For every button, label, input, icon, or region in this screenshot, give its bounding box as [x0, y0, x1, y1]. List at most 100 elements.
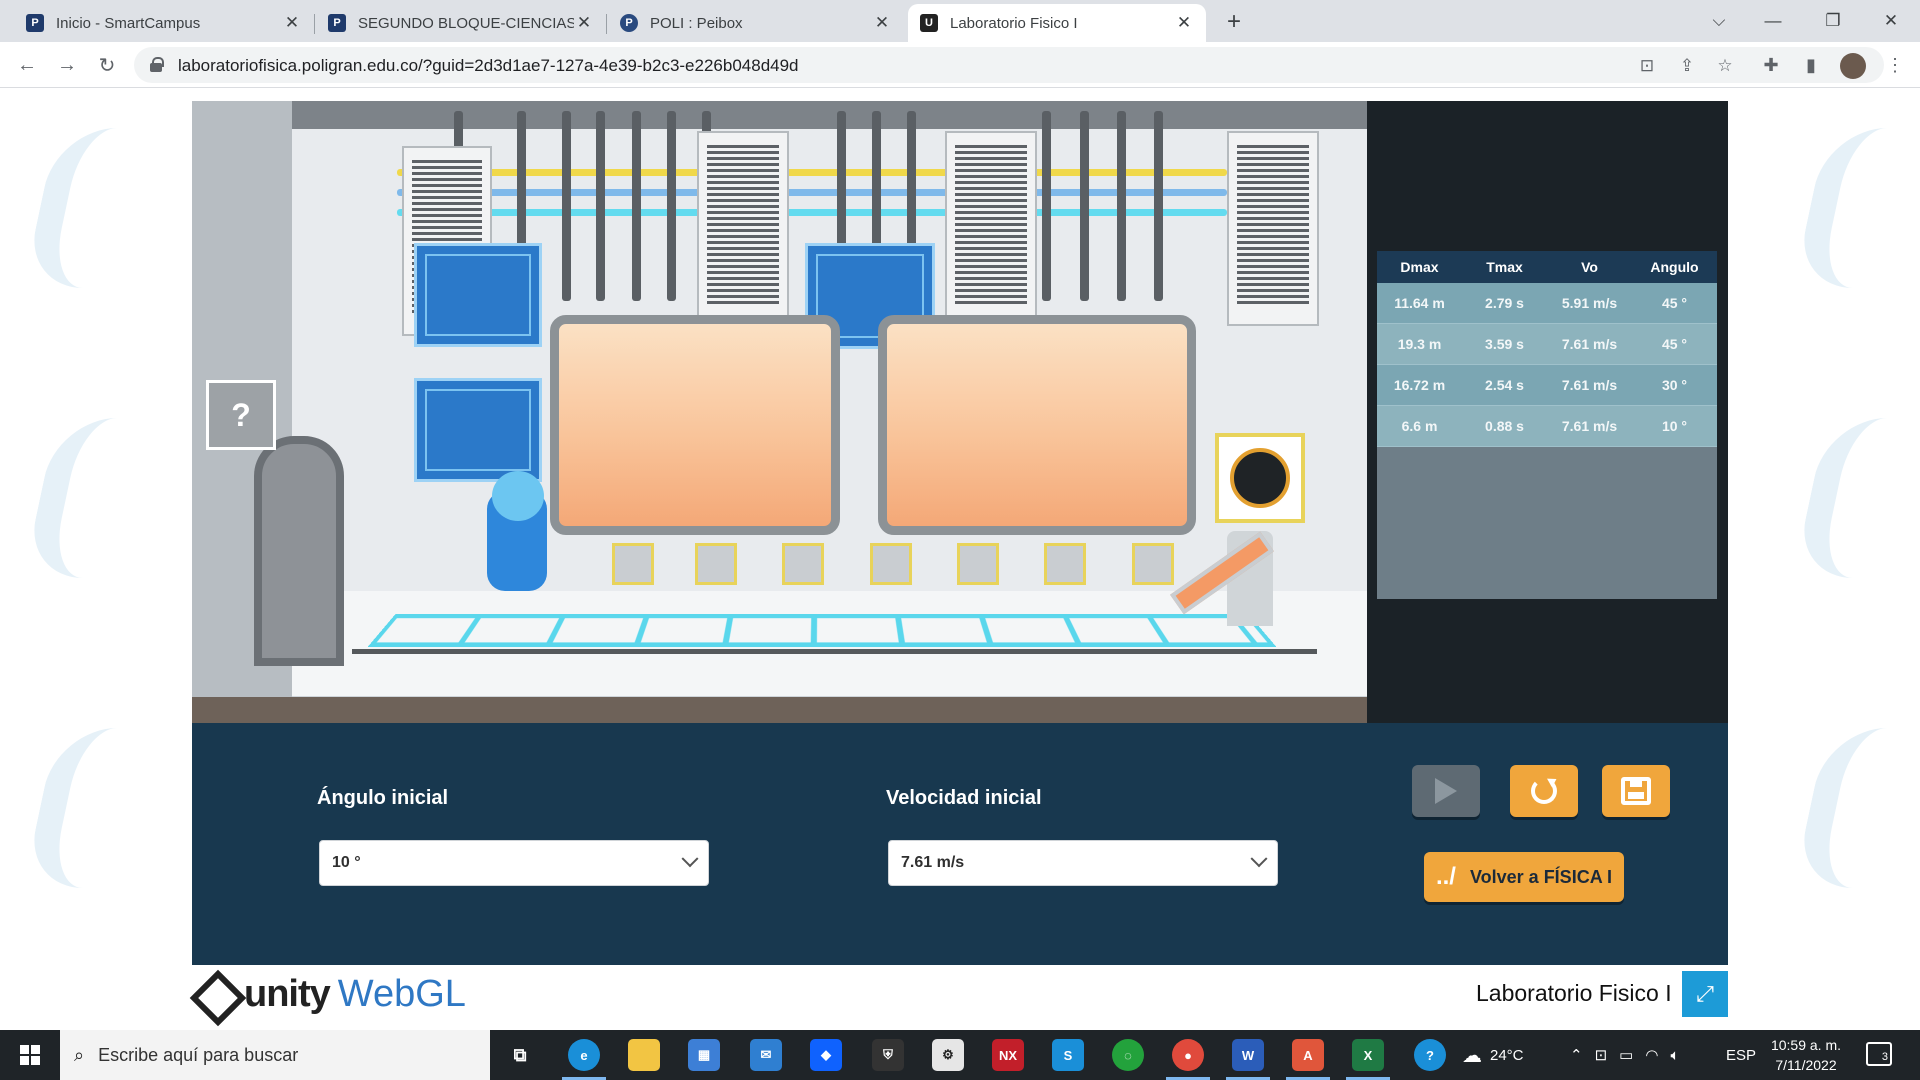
search-placeholder: Escribe aquí para buscar — [98, 1045, 298, 1066]
floor-sensor — [870, 543, 912, 585]
microsoft-store-icon[interactable]: ▦ — [688, 1039, 720, 1071]
back-arrow-icon[interactable]: ← — [12, 50, 42, 80]
cell-angulo: 10 ° — [1632, 406, 1717, 446]
security-shield-icon[interactable]: ⛨ — [872, 1039, 904, 1071]
forward-arrow-icon[interactable]: → — [52, 50, 82, 80]
header-tmax: Tmax — [1462, 251, 1547, 283]
vertical-cable — [1117, 111, 1126, 301]
nx-app-icon[interactable]: NX — [992, 1039, 1024, 1071]
back-to-fisica-button[interactable]: ../ Volver a FÍSICA I — [1424, 852, 1624, 902]
close-tab-icon[interactable]: ✕ — [282, 13, 302, 33]
tab-inicio-smartcampus[interactable]: P Inicio - SmartCampus ✕ — [14, 4, 314, 42]
floor-sensor — [1044, 543, 1086, 585]
battery-icon[interactable]: ▭ — [1619, 1046, 1633, 1064]
watermark-logo — [1793, 418, 1907, 578]
help-user-icon[interactable]: ? — [206, 380, 276, 450]
minimize-button[interactable]: — — [1748, 4, 1798, 38]
url-text[interactable]: laboratoriofisica.poligran.edu.co/?guid=… — [178, 56, 799, 76]
unity-canvas[interactable]: ? Dmax Tmax Vo Angulo 11.64 m 2.79 s 5.9… — [192, 101, 1728, 965]
mail-icon[interactable]: ✉ — [750, 1039, 782, 1071]
start-button[interactable] — [0, 1030, 60, 1080]
notification-center-icon[interactable]: 3 — [1866, 1042, 1892, 1066]
play-button[interactable] — [1412, 765, 1480, 817]
lab-scene[interactable]: ? — [192, 101, 1367, 723]
s-app-icon[interactable]: S — [1052, 1039, 1084, 1071]
weather-widget[interactable]: ☁ 24°C — [1462, 1030, 1524, 1080]
reload-icon[interactable]: ↻ — [92, 50, 122, 80]
tab-segundo-bloque[interactable]: P SEGUNDO BLOQUE-CIENCIAS BA ✕ — [316, 4, 606, 42]
system-clock[interactable]: 10:59 a. m. 7/11/2022 — [1766, 1035, 1846, 1075]
cell-vo: 7.61 m/s — [1547, 324, 1632, 364]
watermark-logo — [23, 728, 137, 888]
system-tray[interactable]: ⌃ ⊡ ▭ ◠ 🔈︎ — [1570, 1030, 1679, 1080]
edge-browser-icon[interactable]: e — [568, 1039, 600, 1071]
volume-icon[interactable]: 🔈︎ — [1670, 1047, 1679, 1064]
tab-poli-peibox[interactable]: P POLI : Peibox ✕ — [608, 4, 904, 42]
help-app-icon[interactable]: ? — [1414, 1039, 1446, 1071]
table-row: 19.3 m 3.59 s 7.61 m/s 45 ° — [1377, 324, 1717, 365]
tab-laboratorio-fisico[interactable]: U Laboratorio Fisico I ✕ — [908, 4, 1206, 42]
fullscreen-button[interactable]: ⤢ — [1682, 971, 1728, 1017]
header-vo: Vo — [1547, 251, 1632, 283]
network-icon[interactable]: ⊡ — [1595, 1046, 1608, 1064]
task-view-icon[interactable]: ⧉ — [504, 1039, 536, 1071]
angle-select[interactable]: 10 ° — [319, 840, 709, 886]
chevron-up-icon[interactable]: ⌃ — [1570, 1046, 1583, 1064]
dropbox-icon[interactable]: ◆ — [810, 1039, 842, 1071]
cloud-weather-icon: ☁ — [1462, 1043, 1482, 1068]
header-angulo: Angulo — [1632, 251, 1717, 283]
clock-date: 7/11/2022 — [1766, 1055, 1846, 1075]
velocity-select[interactable]: 7.61 m/s — [888, 840, 1278, 886]
omnibox[interactable]: laboratoriofisica.poligran.edu.co/?guid=… — [134, 47, 1884, 83]
vertical-cable — [562, 111, 571, 301]
vertical-cable — [1154, 111, 1163, 301]
velocity-select-value: 7.61 m/s — [901, 854, 1253, 872]
floor-sensor — [957, 543, 999, 585]
wifi-icon[interactable]: ◠ — [1645, 1046, 1658, 1064]
scene-bottom-edge — [192, 697, 1367, 723]
bookmark-star-icon[interactable]: ☆ — [1712, 53, 1738, 79]
lock-icon[interactable] — [150, 57, 162, 72]
results-header-row: Dmax Tmax Vo Angulo — [1377, 251, 1717, 283]
close-tab-icon[interactable]: ✕ — [1174, 13, 1194, 33]
browser-menu-icon[interactable]: ⋮ — [1880, 50, 1910, 80]
reset-button[interactable] — [1510, 765, 1578, 817]
unity-favicon-icon: U — [920, 14, 938, 32]
webgl-wordmark: WebGL — [338, 973, 466, 1016]
chrome-browser-icon[interactable]: ● — [1172, 1039, 1204, 1071]
word-icon[interactable]: W — [1232, 1039, 1264, 1071]
footer-lab-title: Laboratorio Fisico I — [1476, 980, 1672, 1007]
taskbar-search-box[interactable]: ⌕ Escribe aquí para buscar — [60, 1030, 490, 1080]
windows-taskbar: ⌕ Escribe aquí para buscar ⧉ e ▦ ✉ ◆ ⛨ ⚙… — [0, 1030, 1920, 1080]
save-button[interactable] — [1602, 765, 1670, 817]
tab-search-dropdown-icon[interactable]: ⌵ — [1694, 4, 1744, 38]
refresh-app-icon[interactable]: ◌ — [1112, 1039, 1144, 1071]
chevron-down-icon — [1251, 850, 1268, 867]
cell-vo: 5.91 m/s — [1547, 283, 1632, 323]
pdf-reader-icon[interactable]: A — [1292, 1039, 1324, 1071]
robot-character-head — [492, 471, 544, 521]
unity-cube-icon — [192, 972, 236, 1016]
server-vent — [945, 131, 1037, 326]
notification-count: 3 — [1882, 1051, 1888, 1063]
side-panel-icon[interactable]: ▮ — [1796, 50, 1826, 80]
close-tab-icon[interactable]: ✕ — [574, 13, 594, 33]
cad-app-icon[interactable]: ⚙ — [932, 1039, 964, 1071]
excel-icon[interactable]: X — [1352, 1039, 1384, 1071]
close-tab-icon[interactable]: ✕ — [872, 13, 892, 33]
maximize-button[interactable]: ❐ — [1808, 4, 1858, 38]
close-window-button[interactable]: ✕ — [1866, 4, 1916, 38]
poli-favicon-icon: P — [328, 14, 346, 32]
windows-logo-icon — [20, 1045, 40, 1065]
profile-avatar[interactable] — [1840, 53, 1866, 79]
desert-window — [878, 315, 1196, 535]
header-dmax: Dmax — [1377, 251, 1462, 283]
file-explorer-icon[interactable] — [628, 1039, 660, 1071]
translate-icon[interactable]: ⊡ — [1634, 53, 1660, 79]
language-indicator[interactable]: ESP — [1726, 1030, 1756, 1080]
share-icon[interactable]: ⇪ — [1674, 53, 1700, 79]
new-tab-button[interactable]: + — [1218, 6, 1250, 38]
reset-icon — [1531, 778, 1557, 804]
address-toolbar: ← → ↻ laboratoriofisica.poligran.edu.co/… — [0, 42, 1920, 88]
extensions-puzzle-icon[interactable]: ✚ — [1756, 50, 1786, 80]
